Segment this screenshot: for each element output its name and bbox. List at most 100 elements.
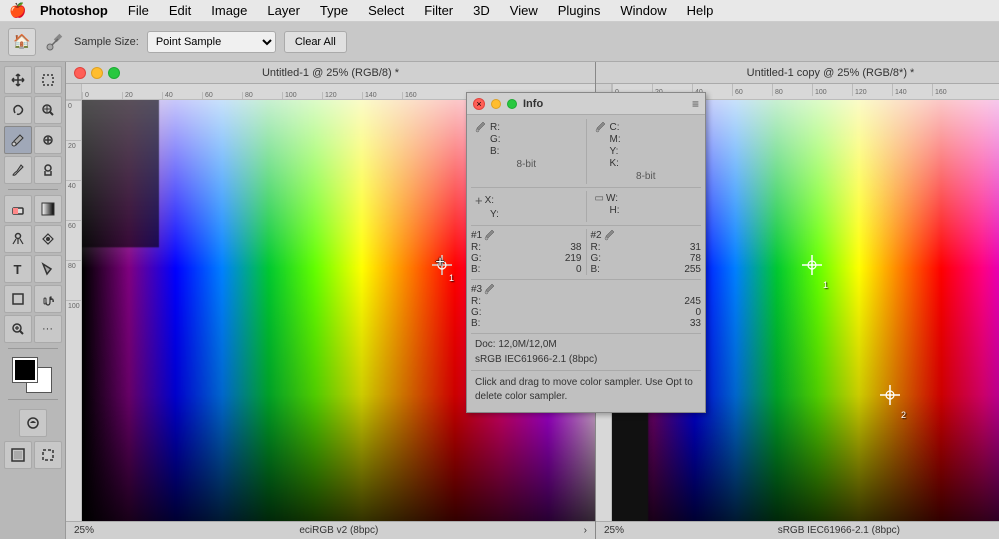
zoom-tool[interactable]	[4, 315, 32, 343]
ruler-left-left: 0 20 40 60 80 100	[66, 100, 82, 521]
info-8bit-label-1: 8-bit	[475, 159, 578, 170]
doc-left-profile: eciRGB v2 (8bpc)	[102, 525, 576, 536]
doc-left-title: Untitled-1 @ 25% (RGB/8) *	[262, 67, 399, 79]
menu-plugins[interactable]: Plugins	[550, 0, 609, 22]
close-button-left[interactable]	[74, 67, 86, 79]
info-color-profile: sRGB IEC61966-2.1 (8bpc)	[471, 352, 701, 367]
eyedropper-icon-s1	[484, 229, 496, 241]
menu-window[interactable]: Window	[612, 0, 674, 22]
ruler-mark: 0	[82, 92, 122, 99]
info-rgb-section: R: G: B: 8-bit	[471, 119, 582, 184]
doc-left-arrow[interactable]: ›	[584, 525, 587, 536]
info-x-label: X:	[485, 195, 494, 206]
info-8bit-label-2: 8-bit	[595, 171, 698, 182]
artboard-tool[interactable]	[34, 441, 62, 469]
menu-help[interactable]: Help	[679, 0, 722, 22]
dodge-tool[interactable]	[4, 225, 32, 253]
menu-edit[interactable]: Edit	[161, 0, 199, 22]
ruler-mark: 40	[162, 92, 202, 99]
sample-size-select[interactable]: Point Sample 3 by 3 Average 5 by 5 Avera…	[147, 31, 276, 53]
tools-panel: T ···	[0, 62, 66, 539]
screen-mode-tool[interactable]	[4, 441, 32, 469]
lasso-tool[interactable]	[4, 96, 32, 124]
eyedropper-tool[interactable]	[4, 126, 32, 154]
info-sampler-1: #1 R: 38 G: 219	[471, 229, 582, 275]
info-b-label: B:	[490, 146, 499, 157]
color-picker-area[interactable]	[13, 358, 53, 394]
doc-right-title: Untitled-1 copy @ 25% (RGB/8*) *	[747, 67, 915, 79]
sampler-3-label: #3	[471, 284, 482, 295]
s1-b-value: 0	[576, 264, 582, 275]
info-panel-body: R: G: B: 8-bit	[467, 115, 705, 412]
menu-file[interactable]: File	[120, 0, 157, 22]
toolbar: 🏠 Sample Size: Point Sample 3 by 3 Avera…	[0, 22, 999, 62]
menu-filter[interactable]: Filter	[416, 0, 461, 22]
apple-icon: 🍎	[9, 2, 26, 19]
info-panel-titlebar: × Info ≡	[467, 93, 705, 115]
doc-left-statusbar: 25% eciRGB v2 (8bpc) ›	[66, 521, 595, 539]
quick-select-tool[interactable]	[34, 96, 62, 124]
ruler-mark: 120	[322, 92, 362, 99]
sampler-2-label: #2	[591, 230, 602, 241]
eyedropper-icon-2	[595, 121, 607, 133]
eyedropper-icon-s2	[604, 229, 616, 241]
info-doc-info: Doc: 12,0M/12,0M	[471, 337, 701, 352]
menu-image[interactable]: Image	[203, 0, 255, 22]
info-sampler-3: #3 R: 245 G: 0	[471, 283, 701, 329]
eyedropper-icon-s3	[484, 283, 496, 295]
brush-tool[interactable]	[4, 156, 32, 184]
apple-menu[interactable]: 🍎	[8, 0, 28, 22]
s2-r-label: R:	[591, 242, 601, 253]
info-hint: Click and drag to move color sampler. Us…	[471, 374, 701, 408]
info-menu-icon[interactable]: ≡	[692, 97, 699, 111]
rect-icon: ▭	[595, 193, 604, 204]
text-tool[interactable]: T	[4, 255, 32, 283]
quick-mask-tool[interactable]	[19, 409, 47, 437]
move-tool[interactable]	[4, 66, 32, 94]
crosshair-1-right: 1	[802, 255, 822, 278]
path-selection-tool[interactable]	[34, 255, 62, 283]
ruler-mark: 20	[122, 92, 162, 99]
info-samplers-row: #1 R: 38 G: 219	[471, 229, 701, 280]
info-close-button[interactable]: ×	[473, 98, 485, 110]
doc-right-titlebar: Untitled-1 copy @ 25% (RGB/8*) *	[596, 62, 999, 84]
selection-tool[interactable]	[34, 66, 62, 94]
info-h-label: H:	[610, 205, 620, 216]
maximize-button-left[interactable]	[108, 67, 120, 79]
s3-g-label: G:	[471, 307, 482, 318]
info-doc-area: Doc: 12,0M/12,0M sRGB IEC61966-2.1 (8bpc…	[471, 337, 701, 371]
menu-type[interactable]: Type	[312, 0, 356, 22]
eraser-tool[interactable]	[4, 195, 32, 223]
s3-b-label: B:	[471, 318, 480, 329]
s1-r-label: R:	[471, 242, 481, 253]
eyedropper-tool-icon[interactable]	[44, 31, 66, 53]
clone-stamp-tool[interactable]	[34, 156, 62, 184]
info-maximize-button[interactable]	[507, 99, 517, 109]
pen-tool[interactable]	[34, 225, 62, 253]
shape-tool[interactable]	[4, 285, 32, 313]
doc-left-zoom: 25%	[74, 525, 94, 536]
menu-select[interactable]: Select	[360, 0, 412, 22]
extra-tools[interactable]: ···	[34, 315, 62, 343]
clear-all-button[interactable]: Clear All	[284, 31, 347, 53]
info-xy-section: + X: Y:	[471, 191, 582, 222]
info-sampler-3-row: #3 R: 245 G: 0	[471, 283, 701, 334]
info-panel-title: Info	[523, 98, 543, 110]
menu-photoshop[interactable]: Photoshop	[32, 0, 116, 22]
eyedropper-icon-1	[475, 121, 487, 133]
hand-tool[interactable]	[34, 285, 62, 313]
menu-layer[interactable]: Layer	[259, 0, 308, 22]
spot-healing-tool[interactable]	[34, 126, 62, 154]
foreground-color-swatch[interactable]	[13, 358, 37, 382]
home-button[interactable]: 🏠	[8, 28, 36, 56]
info-divider-1	[586, 119, 587, 184]
s3-r-label: R:	[471, 296, 481, 307]
s2-g-label: G:	[591, 253, 602, 264]
gradient-tool[interactable]	[34, 195, 62, 223]
info-minimize-button[interactable]	[491, 99, 501, 109]
minimize-button-left[interactable]	[91, 67, 103, 79]
menu-3d[interactable]: 3D	[465, 0, 498, 22]
menu-view[interactable]: View	[502, 0, 546, 22]
sample-size-label: Sample Size:	[74, 36, 139, 48]
doc-right-zoom: 25%	[604, 525, 624, 536]
